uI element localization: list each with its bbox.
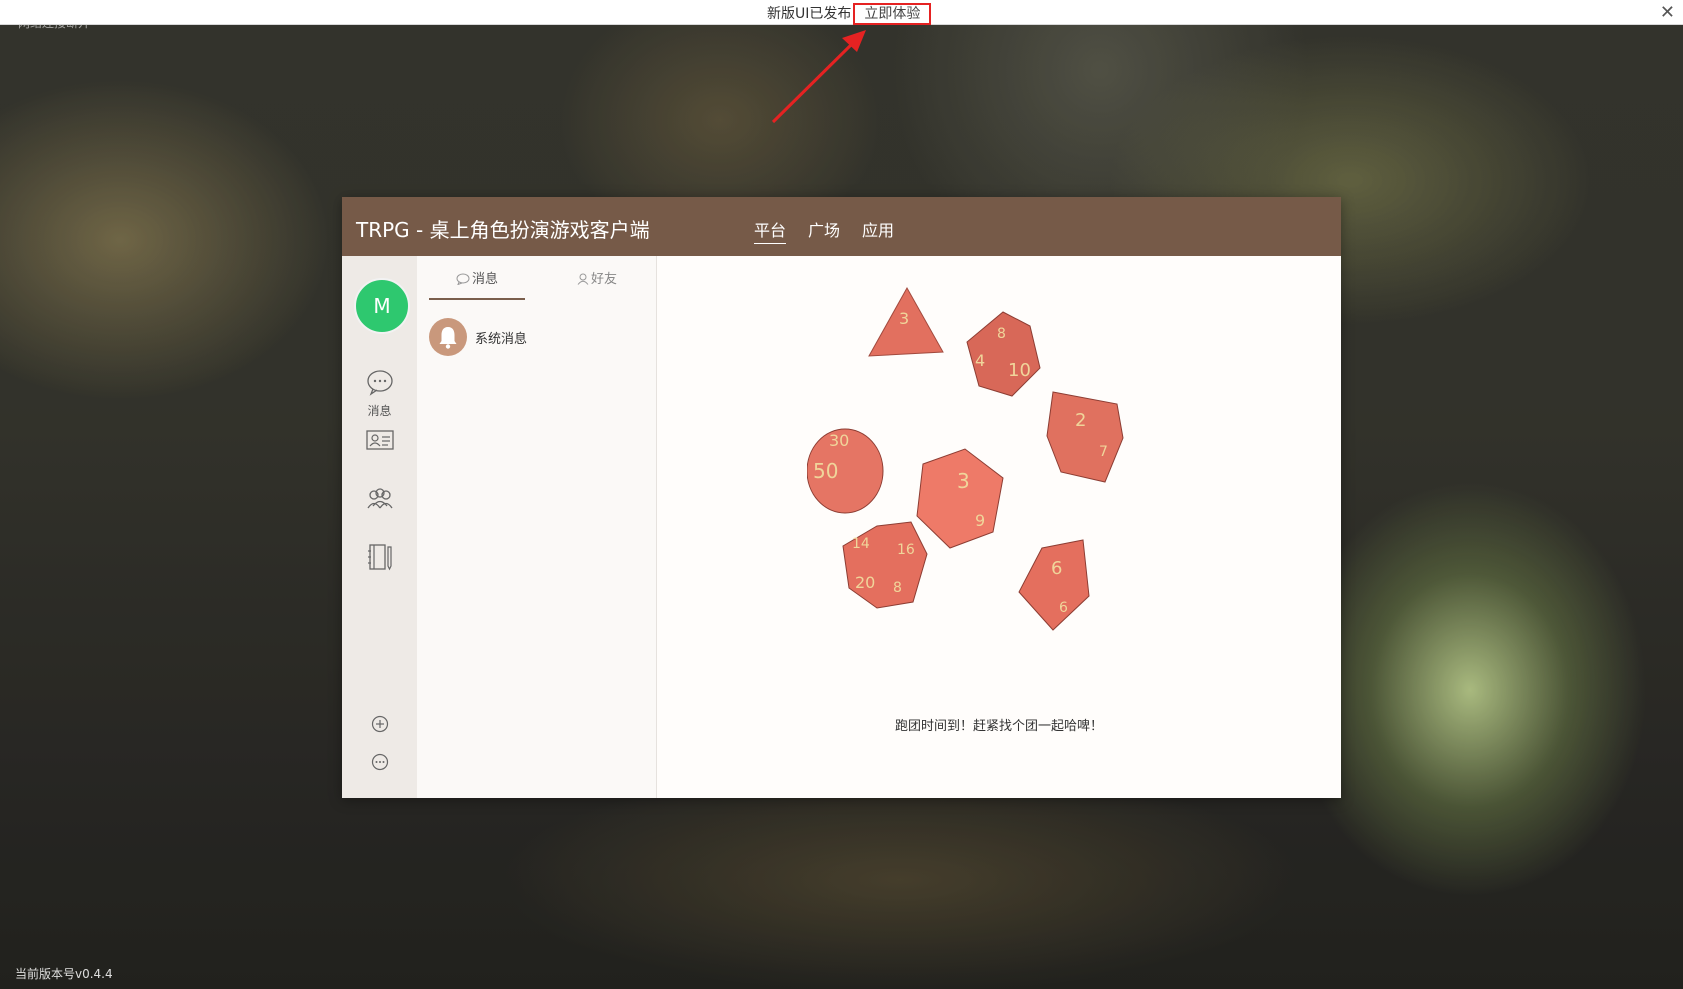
user-avatar[interactable]: M [354, 278, 410, 334]
die-number: 6 [1051, 558, 1062, 579]
notebook-icon[interactable] [366, 543, 394, 571]
conversation-list: 消息 好友 系统消息 [417, 256, 657, 798]
die-number: 7 [1099, 444, 1108, 460]
die-number: 10 [1008, 360, 1031, 381]
list-item-system-messages[interactable]: 系统消息 [429, 316, 644, 356]
die-number: 3 [957, 469, 970, 493]
die-number: 8 [893, 580, 902, 596]
d6-die [916, 448, 1004, 549]
main-content: 3 8 4 10 2 7 30 50 3 9 14 16 20 8 6 6 跑团… [657, 256, 1341, 798]
tab-messages[interactable]: 消息 [429, 268, 525, 300]
user-icon [577, 273, 589, 285]
announcement-bar: 新版UI已发布 立即体验 ✕ [0, 0, 1683, 25]
list-item-avatar [429, 318, 467, 356]
tab-friends-label: 好友 [590, 272, 617, 287]
nav-apps[interactable]: 应用 [862, 217, 894, 244]
chat-bubble-icon [456, 273, 470, 285]
dice-illustration: 3 8 4 10 2 7 30 50 3 9 14 16 20 8 6 6 [807, 286, 1124, 631]
die-number: 6 [1059, 600, 1068, 616]
die-number: 4 [975, 351, 985, 370]
die-number: 8 [997, 326, 1006, 342]
announcement-content: 新版UI已发布 立即体验 [767, 3, 932, 25]
contact-card-icon[interactable] [366, 426, 394, 454]
window-header: TRPG - 桌上角色扮演游戏客户端 平台 广场 应用 [342, 197, 1341, 256]
close-icon[interactable]: ✕ [1660, 2, 1675, 23]
die-number: 20 [855, 573, 875, 592]
tab-friends[interactable]: 好友 [549, 268, 645, 298]
d8-bottom-die [1018, 539, 1090, 631]
die-number: 50 [813, 459, 838, 483]
icon-sidebar: M 消息 [342, 256, 417, 798]
main-nav: 平台 广场 应用 [754, 217, 916, 244]
bell-icon [439, 327, 457, 349]
try-now-button[interactable]: 立即体验 [853, 3, 932, 25]
group-icon[interactable] [366, 485, 394, 513]
die-number: 9 [975, 511, 985, 530]
welcome-text: 跑团时间到！赶紧找个团一起哈啤！ [894, 719, 1103, 734]
add-circle-icon[interactable] [371, 715, 389, 733]
die-number: 3 [899, 309, 909, 328]
list-item-name: 系统消息 [475, 332, 528, 347]
die-number: 2 [1075, 410, 1086, 431]
nav-square[interactable]: 广场 [808, 217, 840, 244]
more-circle-icon[interactable] [371, 753, 389, 771]
d20-die [842, 521, 928, 609]
die-number: 30 [829, 431, 849, 450]
chat-bubble-icon[interactable] [366, 368, 394, 396]
announcement-message: 新版UI已发布 [767, 6, 852, 22]
d10-die [1046, 391, 1124, 483]
window-title: TRPG - 桌上角色扮演游戏客户端 [356, 218, 650, 242]
tab-messages-label: 消息 [471, 272, 498, 287]
sidebar-item-messages-label: 消息 [367, 404, 392, 418]
die-number: 16 [897, 542, 915, 558]
nav-platform[interactable]: 平台 [754, 217, 787, 244]
list-tabs: 消息 好友 [417, 256, 656, 302]
die-number: 14 [852, 536, 870, 552]
app-window: TRPG - 桌上角色扮演游戏客户端 平台 广场 应用 M 消息 消息 好友 系… [342, 197, 1341, 798]
version-label: 当前版本号v0.4.4 [15, 967, 113, 981]
